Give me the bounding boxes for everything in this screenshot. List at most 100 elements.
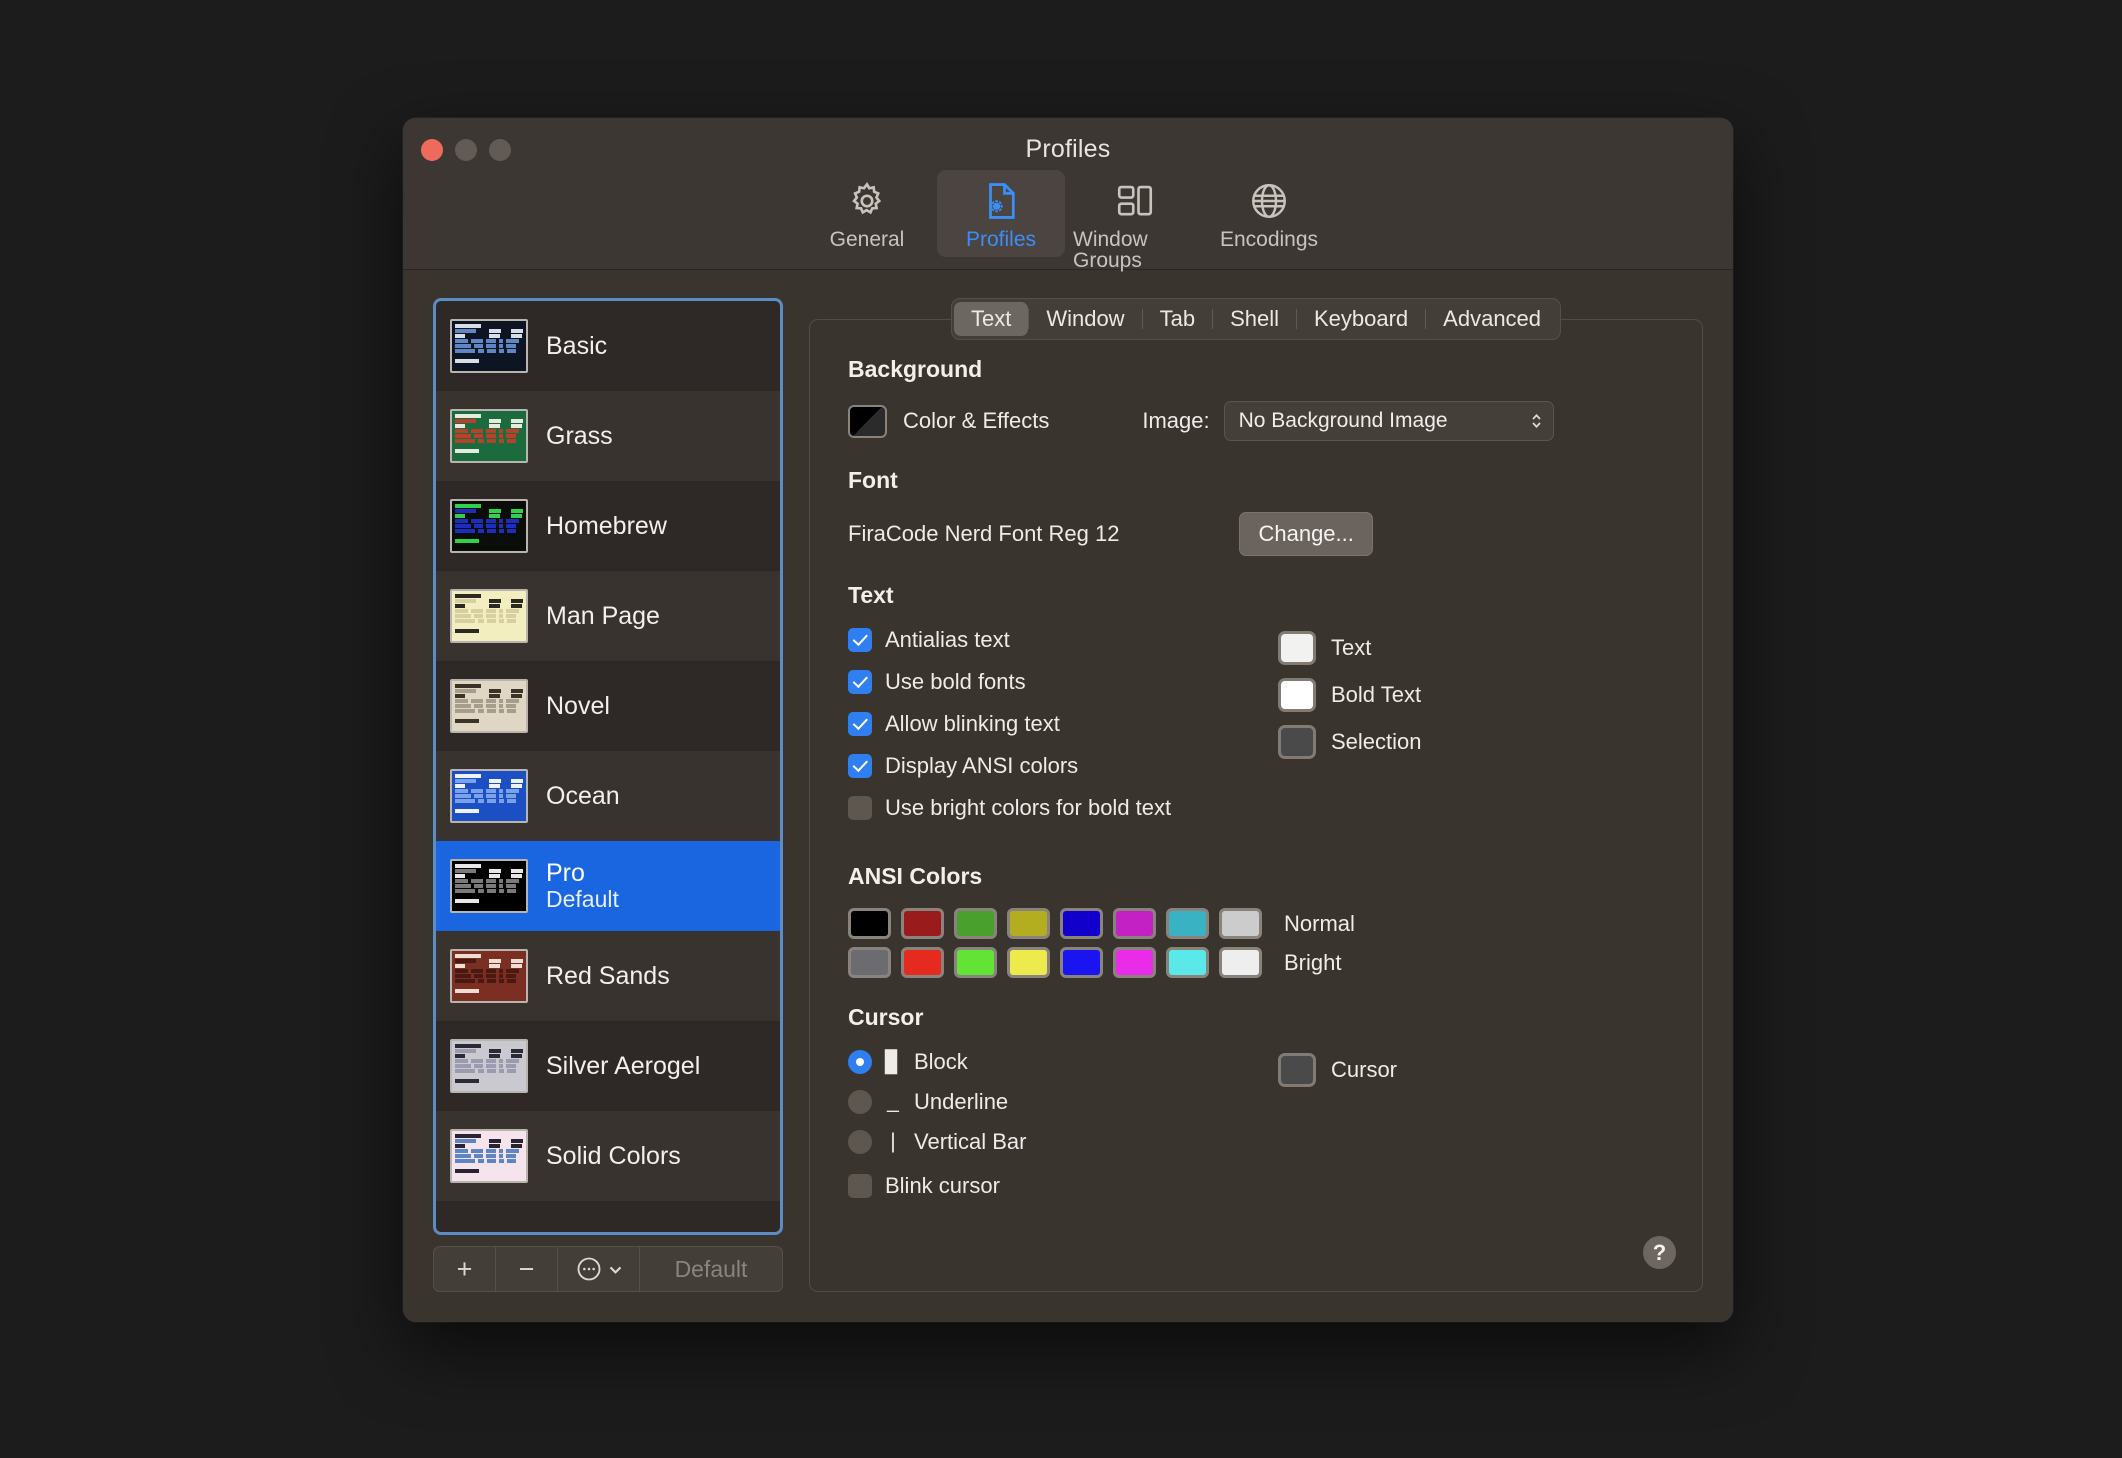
profile-list-item[interactable]: Solid Colors — [436, 1111, 780, 1201]
toolbar-label-general: General — [829, 228, 905, 251]
ansi-color-cell[interactable] — [848, 947, 891, 978]
swatch-cursor[interactable] — [1278, 1053, 1316, 1087]
profile-thumbnail — [450, 769, 528, 823]
checkbox-row[interactable]: Use bright colors for bold text — [848, 795, 1278, 821]
checkbox-use-bright-colors-for-bold-text[interactable] — [848, 796, 872, 820]
ansi-color-cell[interactable] — [1060, 947, 1103, 978]
set-default-button[interactable]: Default — [640, 1247, 782, 1291]
background-image-select[interactable]: No Background Image — [1223, 401, 1554, 441]
checkbox-label: Display ANSI colors — [885, 753, 1079, 778]
remove-profile-button[interactable]: − — [496, 1247, 558, 1291]
profile-thumbnail — [450, 499, 528, 553]
blink-cursor-row[interactable]: Blink cursor — [848, 1173, 1278, 1199]
cursor-swatch-column: Cursor — [1278, 1049, 1664, 1215]
toolbar-label-profiles: Profiles — [965, 228, 1037, 251]
tab-shell[interactable]: Shell — [1213, 302, 1296, 336]
tab-window[interactable]: Window — [1029, 302, 1141, 336]
radio-block[interactable] — [848, 1050, 872, 1074]
profile-actions-menu-button[interactable] — [558, 1247, 640, 1291]
ansi-color-cell[interactable] — [848, 908, 891, 939]
blink-cursor-label: Blink cursor — [885, 1173, 1000, 1198]
text-swatch-column: Text Bold Text Selection — [1278, 627, 1664, 837]
ansi-color-cell[interactable] — [901, 947, 944, 978]
checkbox-row[interactable]: Allow blinking text — [848, 711, 1278, 737]
swatch-text[interactable] — [1278, 631, 1316, 665]
font-value: FiraCode Nerd Font Reg 12 — [848, 521, 1120, 546]
ansi-color-cell[interactable] — [1060, 908, 1103, 939]
checkbox-row[interactable]: Use bold fonts — [848, 669, 1278, 695]
radio-vertical-bar[interactable] — [848, 1130, 872, 1154]
ansi-color-cell[interactable] — [954, 947, 997, 978]
swatch-selection[interactable] — [1278, 725, 1316, 759]
cursor-option-row[interactable]: ▊ Block — [848, 1049, 1278, 1075]
ansi-color-cell[interactable] — [1166, 947, 1209, 978]
ansi-color-cell[interactable] — [954, 908, 997, 939]
color-swatch-row[interactable]: Selection — [1278, 725, 1664, 759]
profile-thumbnail — [450, 409, 528, 463]
ansi-color-cell[interactable] — [1219, 908, 1262, 939]
ansi-color-cell[interactable] — [1113, 947, 1156, 978]
profile-list[interactable]: Basic Grass Homebrew Man Page Novel Ocean Pro D… — [433, 298, 783, 1235]
color-swatch-row[interactable]: Bold Text — [1278, 678, 1664, 712]
profile-list-item[interactable]: Silver Aerogel — [436, 1021, 780, 1111]
checkbox-row[interactable]: Display ANSI colors — [848, 753, 1278, 779]
swatch-bold-text[interactable] — [1278, 678, 1316, 712]
window-groups-icon — [1114, 178, 1156, 224]
profile-list-item[interactable]: Red Sands — [436, 931, 780, 1021]
ansi-color-cell[interactable] — [1007, 947, 1050, 978]
checkbox-blink-cursor[interactable] — [848, 1174, 872, 1198]
checkbox-label: Use bright colors for bold text — [885, 795, 1172, 820]
tab-advanced[interactable]: Advanced — [1426, 302, 1558, 336]
profile-list-item[interactable]: Novel — [436, 661, 780, 751]
change-font-button[interactable]: Change... — [1239, 512, 1373, 556]
profile-list-item[interactable]: Basic — [436, 301, 780, 391]
help-button[interactable]: ? — [1643, 1236, 1676, 1269]
add-profile-button[interactable]: + — [434, 1247, 496, 1291]
profile-list-item[interactable]: Pro Default — [436, 841, 780, 931]
cursor-option-label: Block — [914, 1049, 968, 1074]
checkbox-allow-blinking-text[interactable] — [848, 712, 872, 736]
checkbox-display-ansi-colors[interactable] — [848, 754, 872, 778]
text-options-columns: Antialias text Use bold fonts Allow blinki… — [848, 627, 1664, 837]
profile-list-item[interactable]: Man Page — [436, 571, 780, 661]
background-section-title: Background — [848, 356, 983, 382]
toolbar-item-encodings[interactable]: Encodings — [1205, 170, 1333, 257]
ansi-color-cell[interactable] — [1113, 908, 1156, 939]
background-section: Background Color & Effects Image: No Bac… — [848, 356, 1664, 441]
ansi-color-cell[interactable] — [1166, 908, 1209, 939]
tab-keyboard[interactable]: Keyboard — [1297, 302, 1425, 336]
profile-thumbnail — [450, 859, 528, 913]
tab-tab[interactable]: Tab — [1143, 302, 1212, 336]
cursor-option-row[interactable]: | Vertical Bar — [848, 1129, 1278, 1155]
profile-thumbnail — [450, 949, 528, 1003]
ansi-row-normal: Normal — [848, 908, 1664, 939]
color-swatch-row[interactable]: Text — [1278, 631, 1664, 665]
toolbar-item-general[interactable]: General — [803, 170, 931, 257]
ansi-color-cell[interactable] — [1007, 908, 1050, 939]
ansi-color-cell[interactable] — [901, 908, 944, 939]
radio-underline[interactable] — [848, 1090, 872, 1114]
profile-name: Man Page — [546, 601, 660, 630]
profile-name: Solid Colors — [546, 1141, 681, 1170]
ansi-section-title: ANSI Colors — [848, 863, 983, 889]
toolbar-item-window-groups[interactable]: Window Groups — [1071, 170, 1199, 278]
profile-list-item[interactable]: Grass — [436, 391, 780, 481]
ansi-colors-section: ANSI Colors Normal Bright — [848, 863, 1664, 978]
window-body: Basic Grass Homebrew Man Page Novel Ocean Pro D… — [403, 270, 1733, 1322]
checkbox-antialias-text[interactable] — [848, 628, 872, 652]
toolbar-item-profiles[interactable]: Profiles — [937, 170, 1065, 257]
tab-text[interactable]: Text — [953, 302, 1029, 336]
cursor-option-row[interactable]: _ Underline — [848, 1089, 1278, 1115]
profile-list-item[interactable]: Homebrew — [436, 481, 780, 571]
document-gear-icon — [980, 178, 1022, 224]
profile-name: Ocean — [546, 781, 620, 810]
ansi-color-cell[interactable] — [1219, 947, 1262, 978]
cursor-color-row[interactable]: Cursor — [1278, 1053, 1664, 1087]
background-color-swatch[interactable] — [848, 404, 887, 438]
toolbar-label-window-groups: Window Groups — [1073, 228, 1148, 272]
background-row: Color & Effects Image: No Background Ima… — [848, 401, 1664, 441]
settings-tabbar: Text Window Tab Shell Keyboard Advanced — [950, 298, 1562, 340]
checkbox-row[interactable]: Antialias text — [848, 627, 1278, 653]
checkbox-use-bold-fonts[interactable] — [848, 670, 872, 694]
profile-list-item[interactable]: Ocean — [436, 751, 780, 841]
